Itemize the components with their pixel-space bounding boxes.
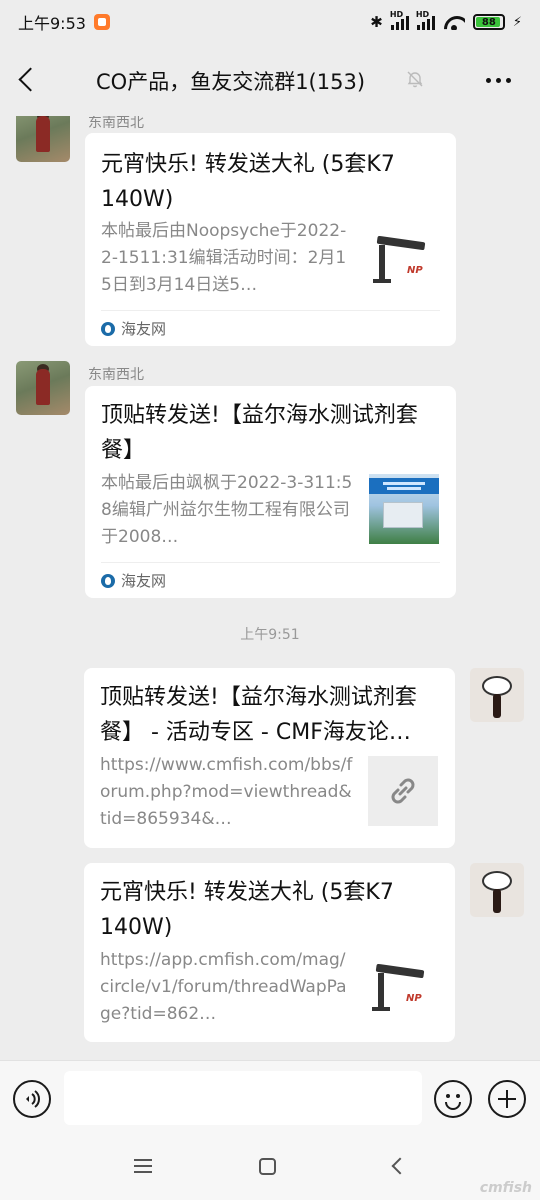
- link-url: https://app.cmfish.com/mag/circle/v1/for…: [100, 950, 347, 1024]
- link-icon: [368, 756, 438, 826]
- card-source-label: 海友网: [121, 572, 167, 590]
- voice-icon: [26, 1090, 40, 1108]
- link-url: https://www.cmfish.com/bbs/forum.php?mod…: [100, 755, 353, 829]
- message-input[interactable]: [64, 1071, 422, 1125]
- card-source: 海友网: [101, 562, 440, 598]
- article-thumbnail: [369, 474, 439, 544]
- chat-title: CO产品，鱼友交流群1(153): [96, 70, 366, 94]
- status-time: 上午9:53: [18, 14, 86, 33]
- signal-icon: HD: [390, 10, 409, 30]
- wifi-icon: [443, 14, 465, 30]
- nav-back-icon[interactable]: [389, 1159, 403, 1173]
- battery-icon: 88: [472, 14, 505, 30]
- watermark: cmfish: [479, 1180, 532, 1196]
- card-title: 顶贴转发送!【益尔海水测试剂套餐】: [101, 403, 418, 463]
- card-description: 本帖最后由飒枫于2022-3-311:58编辑广州益尔生物工程有限公司于2008…: [101, 473, 353, 547]
- card-title: 元宵快乐! 转发送大礼 (5套K7 140W): [101, 152, 395, 212]
- app-notification-icon: [93, 14, 110, 30]
- menu-icon[interactable]: [134, 1159, 152, 1173]
- system-nav-bar: cmfish: [0, 1138, 540, 1200]
- haiyou-logo-icon: [101, 321, 115, 336]
- more-functions-button[interactable]: [488, 1080, 526, 1118]
- voice-input-button[interactable]: [13, 1080, 51, 1118]
- article-thumbnail: NP: [369, 227, 439, 297]
- card-description: 本帖最后由Noopsyche于2022-2-1511:31编辑活动时间：2月15…: [101, 221, 347, 295]
- shared-article-card[interactable]: 元宵快乐! 转发送大礼 (5套K7 140W) 本帖最后由Noopsyche于2…: [85, 133, 456, 346]
- sender-name: 东南西北: [88, 367, 144, 383]
- card-source-label: 海友网: [121, 320, 167, 338]
- charging-icon: ⚡: [512, 14, 522, 30]
- sender-name: 东南西北: [88, 116, 144, 131]
- article-thumbnail: NP: [368, 955, 438, 1025]
- signal-icon-2: HD: [416, 10, 435, 30]
- card-title: 元宵快乐! 转发送大礼 (5套K7 140W): [100, 880, 394, 940]
- avatar[interactable]: [470, 863, 524, 917]
- emoji-icon: [445, 1094, 461, 1110]
- shared-article-card[interactable]: 顶贴转发送!【益尔海水测试剂套餐】 本帖最后由飒枫于2022-3-311:58编…: [85, 386, 456, 598]
- avatar[interactable]: [470, 668, 524, 722]
- shared-link-card[interactable]: 顶贴转发送!【益尔海水测试剂套餐】 - 活动专区 - CMF海友论… https…: [84, 668, 455, 848]
- battery-level: 88: [481, 16, 496, 28]
- chat-area[interactable]: 东南西北 元宵快乐! 转发送大礼 (5套K7 140W) 本帖最后由Noopsy…: [0, 116, 540, 1060]
- time-separator: 上午9:51: [240, 627, 300, 643]
- avatar[interactable]: [16, 361, 70, 415]
- more-options-button[interactable]: [486, 78, 511, 83]
- status-bar: 上午9:53 ✱ HD HD 88 ⚡: [0, 0, 540, 44]
- chat-header: CO产品，鱼友交流群1(153): [0, 44, 540, 116]
- card-source: 海友网: [101, 310, 440, 346]
- home-icon[interactable]: [259, 1158, 276, 1175]
- avatar[interactable]: [16, 116, 70, 162]
- input-bar: [0, 1060, 540, 1138]
- mute-bell-icon: [407, 71, 423, 88]
- emoji-button[interactable]: [434, 1080, 472, 1118]
- haiyou-logo-icon: [101, 573, 115, 588]
- bluetooth-icon: ✱: [370, 13, 383, 31]
- card-title: 顶贴转发送!【益尔海水测试剂套餐】 - 活动专区 - CMF海友论…: [100, 685, 417, 745]
- back-button[interactable]: [14, 66, 42, 94]
- shared-article-card[interactable]: 元宵快乐! 转发送大礼 (5套K7 140W) https://app.cmfi…: [84, 863, 455, 1042]
